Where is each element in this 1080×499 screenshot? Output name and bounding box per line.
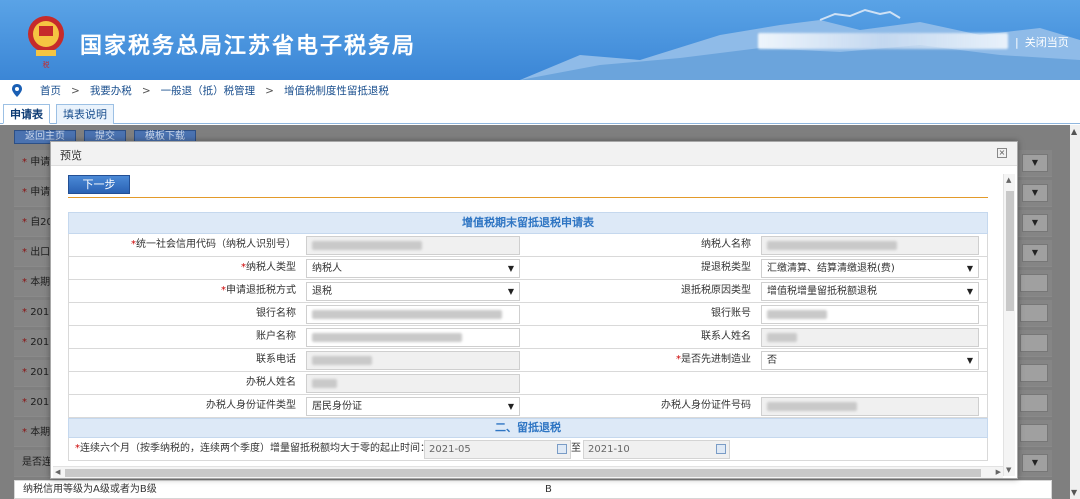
credit-code-label: *统一社会信用代码（纳税人识别号） — [131, 239, 296, 250]
form-row: 联系电话 *是否先进制造业 否 ▼ — [68, 349, 988, 372]
chevron-down-icon[interactable]: ▼ — [1022, 184, 1048, 202]
location-pin-icon — [12, 84, 22, 97]
form-title: 增值税期末留抵退税申请表 — [68, 212, 988, 234]
contact-phone-label: 联系电话 — [256, 354, 296, 365]
refund-reason-label: 退抵税原因类型 — [681, 285, 751, 296]
section-title: 二、留抵退税 — [68, 418, 988, 438]
credit-code-field[interactable] — [306, 236, 520, 255]
header-separator: | — [1015, 36, 1019, 49]
handler-id-type-label: 办税人身份证件类型 — [206, 400, 296, 411]
bank-account-label: 银行账号 — [711, 308, 751, 319]
close-page-label: 关闭当页 — [1024, 36, 1069, 49]
divider — [68, 197, 988, 198]
account-name-label: 账户名称 — [256, 331, 296, 342]
tab-application-form[interactable]: 申请表 — [3, 104, 50, 124]
breadcrumb-home[interactable]: 首页 — [40, 83, 61, 98]
chevron-down-icon: ▼ — [966, 287, 973, 296]
form-row: 账户名称 联系人姓名 — [68, 326, 988, 349]
calendar-icon[interactable] — [557, 444, 567, 454]
form-row: *统一社会信用代码（纳税人识别号） 纳税人名称 — [68, 234, 988, 257]
refund-type-label: 提退税类型 — [701, 262, 751, 273]
contact-phone-field[interactable] — [306, 351, 520, 370]
period-label: *连续六个月（按季纳税的，连续两个季度）增量留抵税额均大于零的起止时间： — [75, 443, 430, 454]
refund-method-label: *申请退抵税方式 — [221, 285, 296, 296]
form-row: *申请退抵税方式 退税 ▼ 退抵税原因类型 增值税增量留抵税额退税 ▼ — [68, 280, 988, 303]
period-row: *连续六个月（按季纳税的，连续两个季度）增量留抵税额均大于零的起止时间： 202… — [68, 438, 988, 461]
handler-id-no-label: 办税人身份证件号码 — [661, 400, 751, 411]
close-icon[interactable]: × — [997, 148, 1007, 158]
taxpayer-name-label: 纳税人名称 — [701, 239, 751, 250]
credit-rating-label: 纳税信用等级为A级或者为B级 — [23, 484, 157, 495]
chevron-down-icon: ▼ — [507, 264, 514, 273]
chevron-down-icon[interactable]: ▼ — [1022, 244, 1048, 262]
calendar-icon[interactable] — [716, 444, 726, 454]
breadcrumb-separator: > — [265, 84, 274, 97]
modal-header: 预览 × — [51, 142, 1017, 166]
form-row: 银行名称 银行账号 — [68, 303, 988, 326]
taxpayer-name-field[interactable] — [761, 236, 979, 255]
chevron-down-icon[interactable]: ▼ — [1022, 154, 1048, 172]
handler-id-type-select[interactable]: 居民身份证 ▼ — [306, 397, 520, 416]
contact-name-label: 联系人姓名 — [701, 331, 751, 342]
period-separator: 至 — [571, 443, 581, 454]
modal-vertical-scrollbar[interactable]: ▲ ▼ — [1003, 174, 1015, 476]
chevron-down-icon: ▼ — [507, 287, 514, 296]
chevron-down-icon: ▼ — [507, 402, 514, 411]
handler-name-label: 办税人姓名 — [246, 377, 296, 388]
preview-modal: 预览 × 下一步 增值税期末留抵退税申请表 *统一社会信用代码（纳税人识别号） … — [50, 141, 1018, 479]
site-header: 税 国家税务总局江苏省电子税务局 | 关闭当页 — [0, 0, 1080, 80]
tab-bar: 申请表 填表说明 — [0, 104, 1080, 124]
tab-fill-instructions[interactable]: 填表说明 — [56, 104, 114, 124]
modal-title: 预览 — [60, 149, 82, 162]
chevron-down-icon: ▼ — [966, 264, 973, 273]
bank-name-label: 银行名称 — [256, 308, 296, 319]
taxpayer-type-select[interactable]: 纳税人 ▼ — [306, 259, 520, 278]
bank-name-field[interactable] — [306, 305, 520, 324]
period-start-field[interactable]: 2021-05 — [424, 440, 571, 459]
account-name-field[interactable] — [306, 328, 520, 347]
tax-emblem-logo: 税 — [28, 16, 64, 69]
bank-account-field[interactable] — [761, 305, 979, 324]
chevron-down-icon[interactable]: ▼ — [1022, 454, 1048, 472]
credit-rating-value: B — [545, 484, 552, 495]
breadcrumb-item-refund-mgmt[interactable]: 一般退（抵）税管理 — [161, 83, 256, 98]
chevron-down-icon[interactable]: ▼ — [1022, 214, 1048, 232]
credit-rating-row: 纳税信用等级为A级或者为B级 B — [14, 480, 1052, 499]
form-row: 办税人身份证件类型 居民身份证 ▼ 办税人身份证件号码 — [68, 395, 988, 418]
refund-type-select[interactable]: 汇缴清算、结算清缴退税(费) ▼ — [761, 259, 979, 278]
breadcrumb-item-current: 增值税制度性留抵退税 — [283, 85, 389, 97]
form-row: *纳税人类型 纳税人 ▼ 提退税类型 汇缴清算、结算清缴退税(费) ▼ — [68, 257, 988, 280]
contact-name-field[interactable] — [761, 328, 979, 347]
handler-id-no-field[interactable] — [761, 397, 979, 416]
refund-reason-select[interactable]: 增值税增量留抵税额退税 ▼ — [761, 282, 979, 301]
chevron-down-icon: ▼ — [966, 356, 973, 365]
user-info-redacted — [758, 33, 1008, 49]
breadcrumb-separator: > — [141, 84, 151, 97]
form-row: 办税人姓名 — [68, 372, 988, 395]
close-page-link[interactable]: | 关闭当页 — [1015, 34, 1069, 50]
period-end-field[interactable]: 2021-10 — [583, 440, 730, 459]
application-form: 增值税期末留抵退税申请表 *统一社会信用代码（纳税人识别号） 纳税人名称 *纳税… — [68, 212, 988, 467]
page-scrollbar[interactable]: ▲ ▼ — [1070, 125, 1080, 499]
next-step-button[interactable]: 下一步 — [68, 175, 130, 194]
handler-name-field[interactable] — [306, 374, 520, 393]
breadcrumb-separator: > — [71, 84, 80, 97]
breadcrumb: 首页 > 我要办税 > 一般退（抵）税管理 > 增值税制度性留抵退税 — [12, 83, 389, 98]
modal-horizontal-scrollbar[interactable]: ◀ ▶ — [53, 466, 1003, 478]
advanced-mfg-label: *是否先进制造业 — [676, 354, 751, 365]
refund-method-select[interactable]: 退税 ▼ — [306, 282, 520, 301]
svg-text:税: 税 — [43, 60, 50, 69]
advanced-mfg-select[interactable]: 否 ▼ — [761, 351, 979, 370]
taxpayer-type-label: *纳税人类型 — [241, 262, 296, 273]
breadcrumb-item-tax[interactable]: 我要办税 — [90, 83, 132, 98]
site-title: 国家税务总局江苏省电子税务局 — [80, 34, 417, 59]
